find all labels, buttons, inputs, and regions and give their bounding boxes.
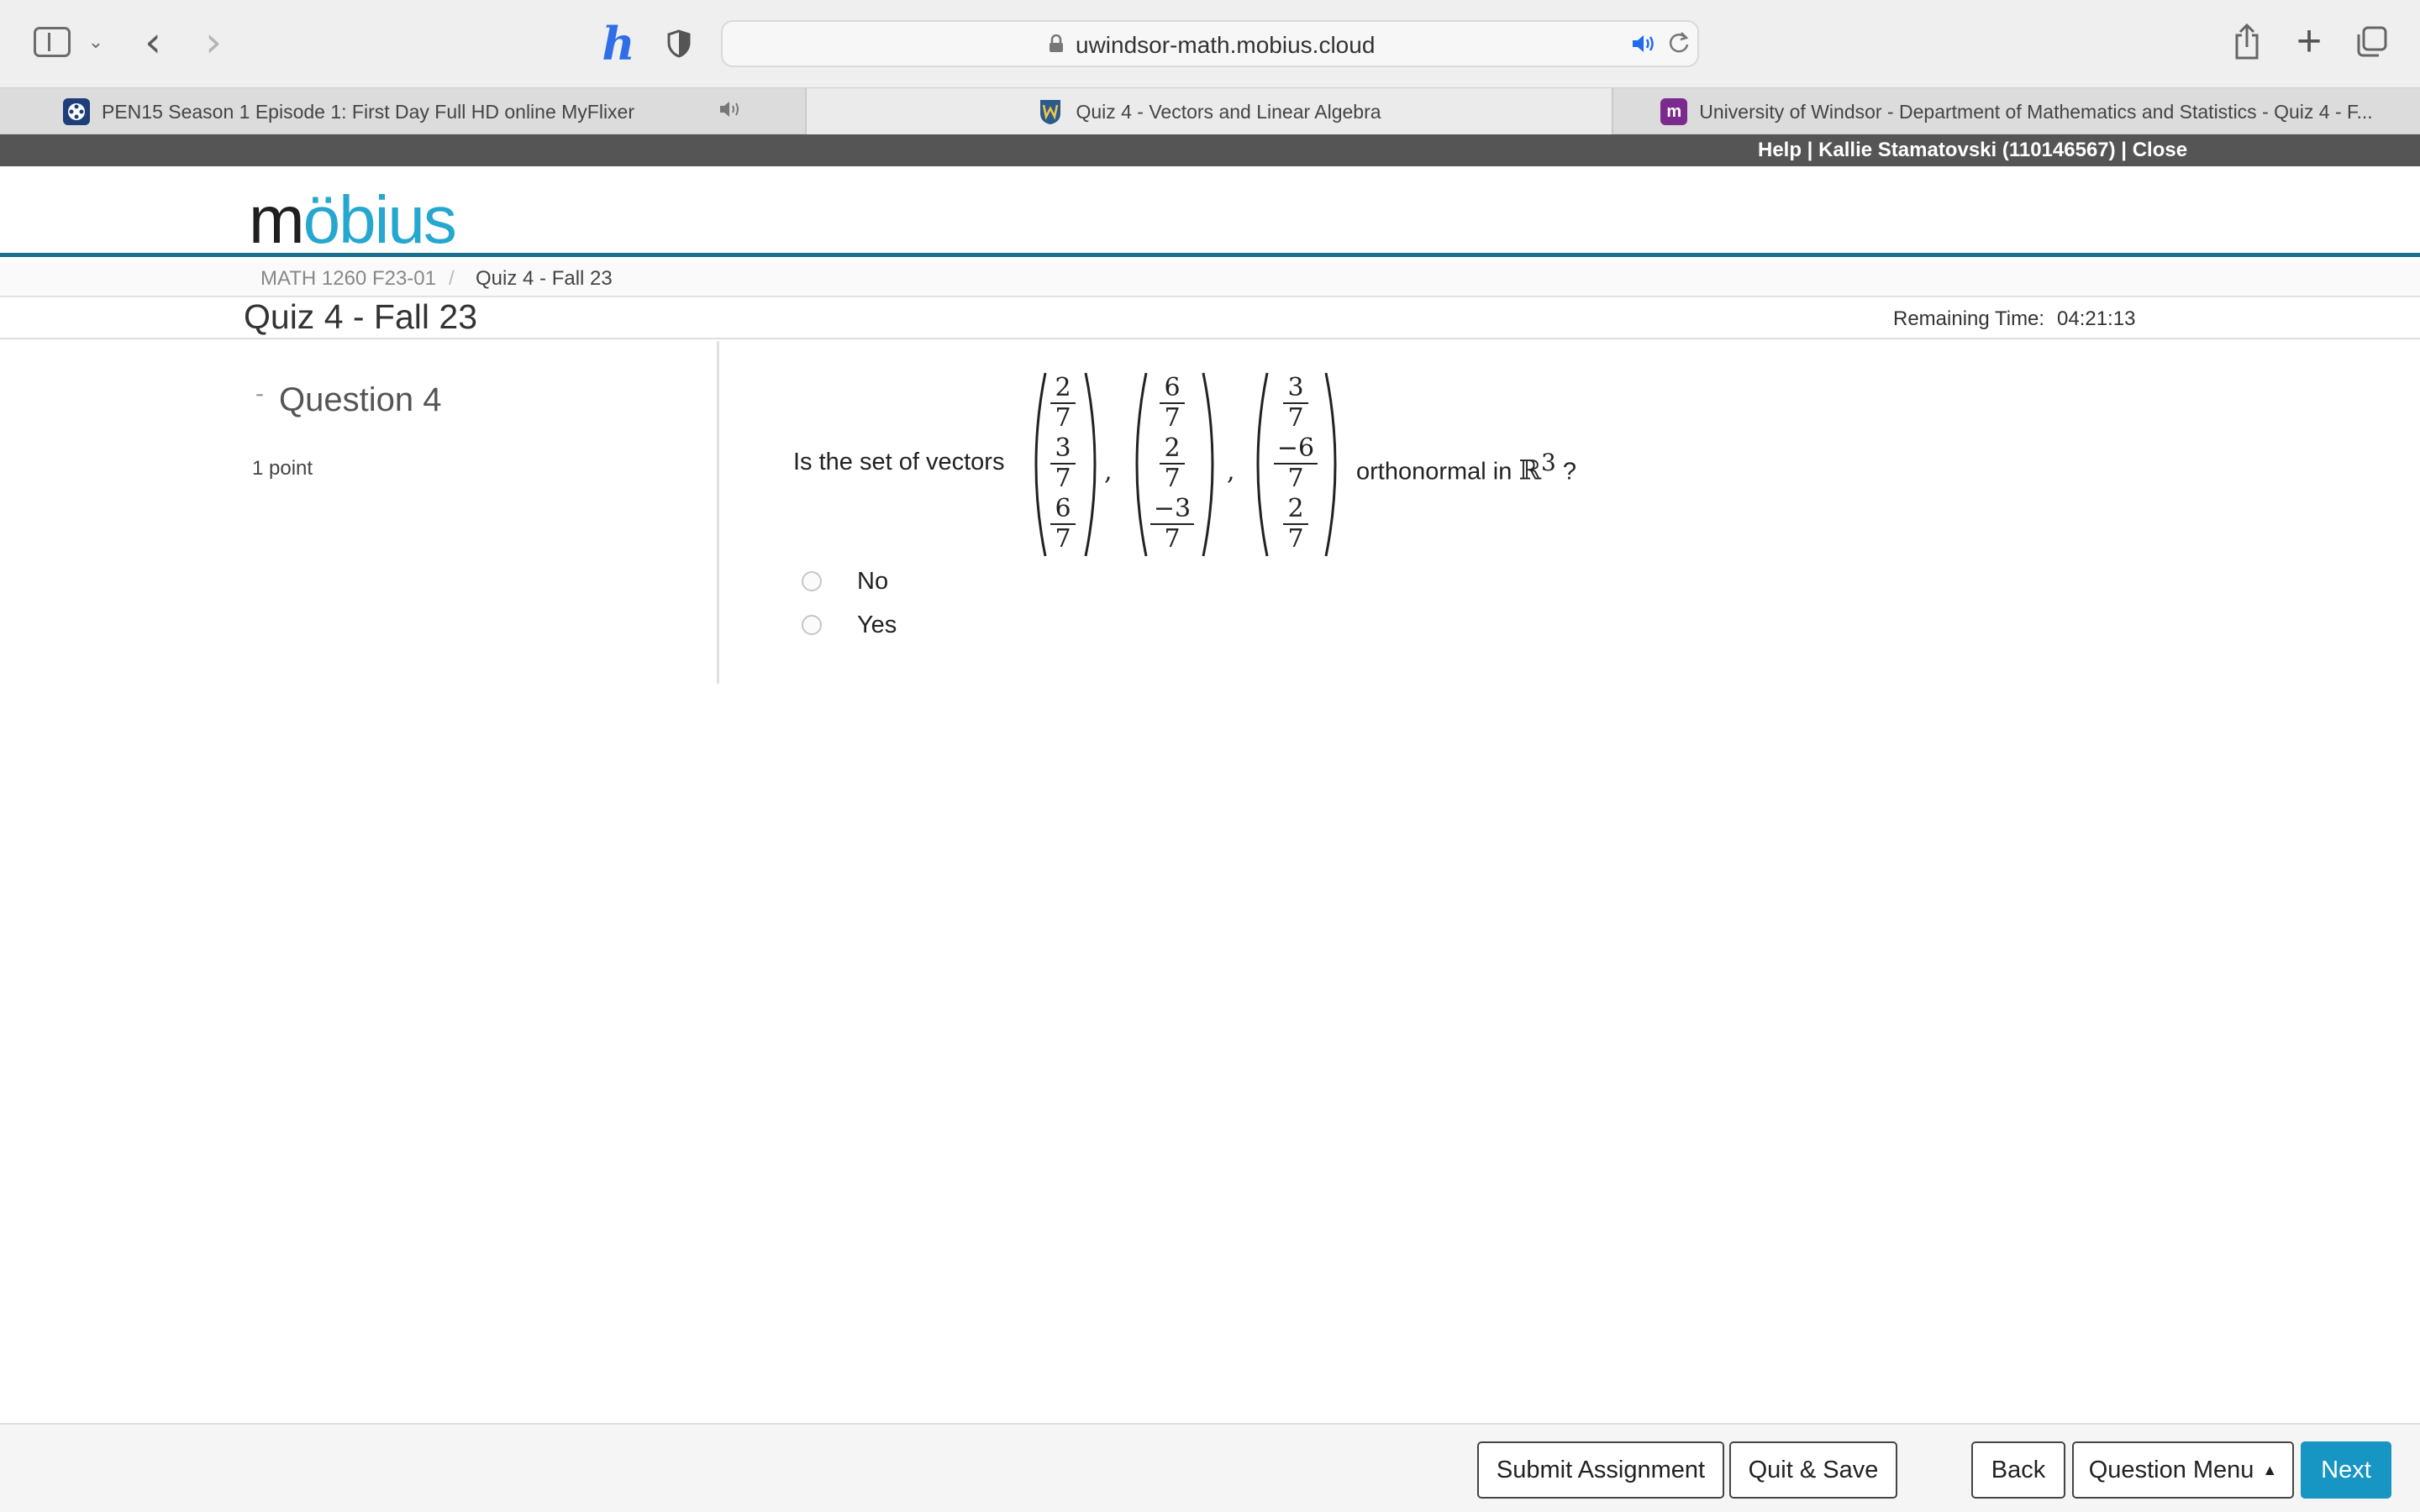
vector-entry: 27: [1050, 373, 1076, 433]
vector-separator: ,: [1104, 457, 1113, 486]
tab-bar: PEN15 Season 1 Episode 1: First Day Full…: [0, 87, 2420, 135]
tab-overview-icon[interactable]: [2354, 25, 2388, 59]
question-menu-button[interactable]: Question Menu ▲: [2072, 1441, 2294, 1499]
chevron-down-icon[interactable]: ⌄: [84, 30, 108, 54]
answer-option-no[interactable]: No: [802, 564, 888, 598]
lock-icon: [1049, 34, 1064, 53]
breadcrumb: MATH 1260 F23-01 / Quiz 4 - Fall 23: [0, 262, 2420, 297]
help-link[interactable]: Help: [1758, 139, 1802, 161]
sidebar-toggle-icon[interactable]: [34, 27, 71, 57]
vector-1: 27 37 67: [1025, 371, 1101, 558]
breadcrumb-separator: /: [449, 267, 455, 290]
url-text: uwindsor-math.mobius.cloud: [1076, 32, 1376, 58]
vector-entry: 37: [1050, 433, 1076, 494]
question-sidebar: - Question 4 1 point: [0, 341, 719, 684]
right-paren: [1324, 372, 1337, 557]
reload-icon[interactable]: [1667, 30, 1692, 57]
vector-entry: 37: [1283, 373, 1308, 433]
question-points: 1 point: [252, 457, 313, 480]
tab-myflixer[interactable]: PEN15 Season 1 Episode 1: First Day Full…: [0, 88, 807, 135]
back-arrow-icon[interactable]: ‹: [134, 18, 171, 66]
right-paren: [1084, 372, 1097, 557]
page-title: Quiz 4 - Fall 23: [244, 297, 477, 336]
hypothesis-extension-icon[interactable]: h: [598, 17, 639, 71]
tab-uwindsor-math[interactable]: m University of Windsor - Department of …: [1613, 88, 2420, 135]
breadcrumb-course-link[interactable]: MATH 1260 F23-01: [260, 267, 436, 291]
option-label: No: [857, 567, 889, 595]
share-icon[interactable]: [2230, 22, 2264, 62]
vector-entry: −6 7: [1273, 433, 1318, 494]
tab-audio-icon[interactable]: [718, 99, 742, 124]
question-text-after: orthonormal in ℝ3 ?: [1356, 449, 1577, 486]
radio-button[interactable]: [802, 615, 822, 635]
vector-column: 67 27 −3 7: [1146, 373, 1198, 554]
option-label: Yes: [857, 611, 897, 638]
uwindsor-shield-icon: [1037, 98, 1064, 125]
tab-quiz4[interactable]: Quiz 4 - Vectors and Linear Algebra: [807, 88, 1613, 135]
tab-label: PEN15 Season 1 Episode 1: First Day Full…: [101, 100, 635, 123]
space-exponent: 3: [1541, 449, 1556, 476]
back-button[interactable]: Back: [1971, 1441, 2065, 1499]
vector-entry: 27: [1283, 494, 1308, 554]
vector-entry: 27: [1160, 433, 1185, 494]
submit-assignment-button[interactable]: Submit Assignment: [1477, 1441, 1724, 1499]
film-reel-icon: [62, 98, 90, 125]
separator: |: [2115, 139, 2133, 161]
question-title: Question 4: [279, 381, 442, 418]
remaining-time-value: 04:21:13: [2057, 307, 2136, 330]
vector-entry: −3 7: [1150, 494, 1195, 554]
vector-column: 37 −6 7 27: [1269, 373, 1323, 554]
new-tab-icon[interactable]: +: [2291, 17, 2328, 66]
speaker-icon[interactable]: [1630, 32, 1657, 57]
address-bar[interactable]: uwindsor-math.mobius.cloud: [721, 20, 1699, 67]
quit-save-button[interactable]: Quit & Save: [1729, 1441, 1897, 1499]
vector-entry: 67: [1050, 494, 1076, 554]
question-body: Is the set of vectors 27 37 67 , 67 27 −…: [793, 366, 2306, 568]
site-header: möbius: [0, 166, 2420, 257]
right-paren: [1202, 372, 1214, 557]
breadcrumb-current: Quiz 4 - Fall 23: [476, 267, 613, 290]
caret-up-icon: ▲: [2262, 1461, 2278, 1478]
close-link[interactable]: Close: [2133, 139, 2187, 161]
vector-separator: ,: [1227, 457, 1235, 486]
user-name: Kallie Stamatovski (110146567): [1818, 139, 2116, 161]
vector-3: 37 −6 7 27: [1247, 371, 1344, 558]
collapse-toggle[interactable]: -: [255, 380, 264, 408]
answer-option-yes[interactable]: Yes: [802, 608, 897, 642]
vector-2: 67 27 −3 7: [1126, 371, 1218, 558]
real-numbers-symbol: ℝ: [1518, 454, 1542, 486]
next-button[interactable]: Next: [2301, 1441, 2391, 1499]
mobius-logo[interactable]: möbius: [249, 181, 457, 259]
user-bar: Help | Kallie Stamatovski (110146567) | …: [0, 134, 2420, 166]
question-text: Is the set of vectors: [793, 449, 1005, 475]
browser-toolbar: ⌄ ‹ › h uwindsor-math.mobius.cloud +: [0, 0, 2420, 87]
separator: |: [1802, 139, 1819, 161]
remaining-time-label: Remaining Time:: [1893, 307, 2045, 330]
privacy-shield-icon[interactable]: [664, 27, 694, 60]
assignment-header: Quiz 4 - Fall 23 Remaining Time: 04:21:1…: [0, 297, 2420, 339]
forward-arrow-icon[interactable]: ›: [195, 18, 232, 66]
footer-bar: Submit Assignment Quit & Save Back Quest…: [0, 1423, 2420, 1512]
mobius-m-icon: m: [1660, 98, 1688, 125]
tab-label: Quiz 4 - Vectors and Linear Algebra: [1076, 100, 1381, 123]
tab-label: University of Windsor - Department of Ma…: [1699, 100, 2373, 123]
vector-entry: 67: [1160, 373, 1185, 433]
radio-button[interactable]: [802, 571, 822, 591]
question-mark: ?: [1562, 458, 1577, 486]
